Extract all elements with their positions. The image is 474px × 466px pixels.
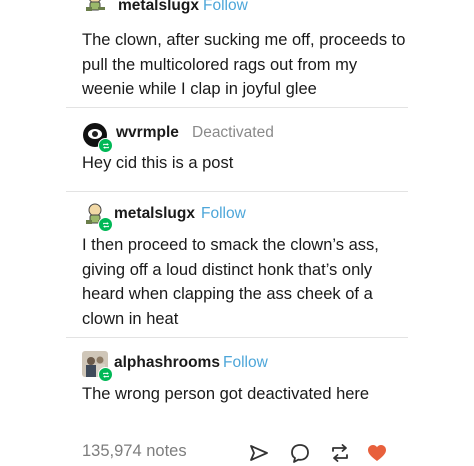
reblog-badge-icon — [98, 367, 113, 382]
post-footer: 135,974 notes — [82, 442, 408, 466]
reblog-thread: metalslugx Follow The clown, after sucki… — [0, 0, 474, 465]
avatar-wvrmple[interactable] — [82, 122, 113, 153]
divider — [66, 337, 408, 338]
share-icon[interactable] — [248, 442, 270, 464]
avatar-alphashrooms[interactable] — [82, 351, 113, 382]
post-body-2: Hey cid this is a post — [82, 154, 234, 172]
username-wvrmple[interactable]: wvrmple — [116, 124, 179, 142]
username-alphashrooms[interactable]: alphashrooms — [114, 354, 220, 372]
username-metalslugx-2[interactable]: metalslugx — [114, 205, 195, 223]
reply-icon[interactable] — [289, 442, 311, 464]
username-metalslugx-1[interactable]: metalslugx — [118, 0, 199, 15]
reblog-badge-icon — [98, 217, 113, 232]
post-body-3: I then proceed to smack the clown’s ass,… — [82, 236, 379, 328]
post-body-1: The clown, after sucking me off, proceed… — [82, 31, 406, 98]
avatar-metalslugx-2[interactable] — [82, 201, 113, 232]
deactivated-label: Deactivated — [192, 124, 274, 141]
follow-button-1[interactable]: Follow — [203, 0, 248, 15]
divider — [66, 107, 408, 108]
like-heart-icon[interactable] — [366, 442, 388, 464]
cartoon-character-avatar-icon — [86, 0, 105, 11]
post-body-4: The wrong person got deactivated here — [82, 385, 370, 403]
notes-count[interactable]: 135,974 notes — [82, 442, 187, 461]
divider — [66, 191, 408, 192]
avatar-metalslugx-1[interactable] — [82, 0, 108, 14]
reblog-icon[interactable] — [329, 442, 351, 464]
follow-button-3[interactable]: Follow — [223, 354, 268, 372]
follow-button-2[interactable]: Follow — [201, 205, 246, 223]
